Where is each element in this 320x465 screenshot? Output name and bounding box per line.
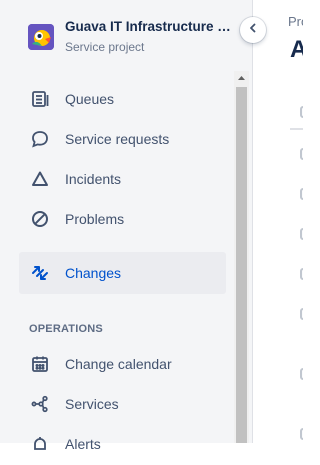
project-header[interactable]: Guava IT Infrastructure and Operations S… [0, 0, 253, 72]
row-checkbox[interactable] [300, 188, 303, 200]
section-heading-operations: OPERATIONS [29, 323, 103, 335]
select-all-checkbox[interactable] [300, 106, 303, 118]
project-name[interactable]: Guava IT Infrastructure and Operations [65, 19, 233, 34]
main-content: Pro A [254, 0, 303, 443]
row-checkbox[interactable] [300, 428, 303, 440]
sidebar-item-label: Queues [65, 91, 115, 107]
project-type: Service project [65, 40, 145, 54]
sidebar-item-alerts[interactable]: Alerts [19, 423, 226, 465]
sidebar-item-problems[interactable]: Problems [19, 198, 226, 240]
services-icon [30, 394, 50, 414]
row-checkbox[interactable] [300, 228, 303, 240]
sidebar-item-label: Service requests [65, 131, 170, 147]
sidebar-item-incidents[interactable]: Incidents [19, 158, 226, 200]
breadcrumb[interactable]: Pro [288, 14, 303, 29]
sidebar-item-services[interactable]: Services [19, 383, 226, 425]
speech-bubble-icon [30, 129, 50, 149]
row-checkbox[interactable] [300, 148, 303, 160]
triangle-icon [30, 169, 50, 189]
collapse-sidebar-button[interactable] [240, 17, 266, 43]
prohibited-icon [30, 209, 50, 229]
page-title: A [290, 36, 303, 63]
project-avatar [28, 24, 54, 50]
sidebar-item-label: Incidents [65, 171, 122, 187]
table-header-divider [290, 128, 303, 130]
sidebar-scrollbar[interactable] [234, 71, 249, 443]
alerts-icon [30, 434, 50, 454]
sidebar-item-changes[interactable]: Changes [19, 252, 226, 294]
sidebar-item-label: Problems [65, 211, 125, 227]
sidebar-item-label: Alerts [65, 436, 101, 452]
scrollbar-thumb[interactable] [236, 87, 247, 443]
row-checkbox[interactable] [300, 268, 303, 280]
sidebar-item-label: Services [65, 396, 119, 412]
sidebar-item-queues[interactable]: Queues [19, 78, 226, 120]
sidebar-item-label: Change calendar [65, 356, 172, 372]
sidebar: Guava IT Infrastructure and Operations S… [0, 0, 253, 452]
row-checkbox[interactable] [300, 368, 303, 380]
scroll-up-arrow-icon[interactable] [234, 71, 249, 86]
calendar-icon [30, 354, 50, 374]
sidebar-item-service-requests[interactable]: Service requests [19, 118, 226, 160]
chevron-left-icon [247, 21, 259, 39]
row-checkbox[interactable] [300, 308, 303, 320]
sidebar-item-label: Changes [65, 265, 122, 281]
sidebar-item-change-calendar[interactable]: Change calendar [19, 343, 226, 385]
queues-icon [30, 89, 50, 109]
changes-arrows-icon [30, 263, 50, 283]
